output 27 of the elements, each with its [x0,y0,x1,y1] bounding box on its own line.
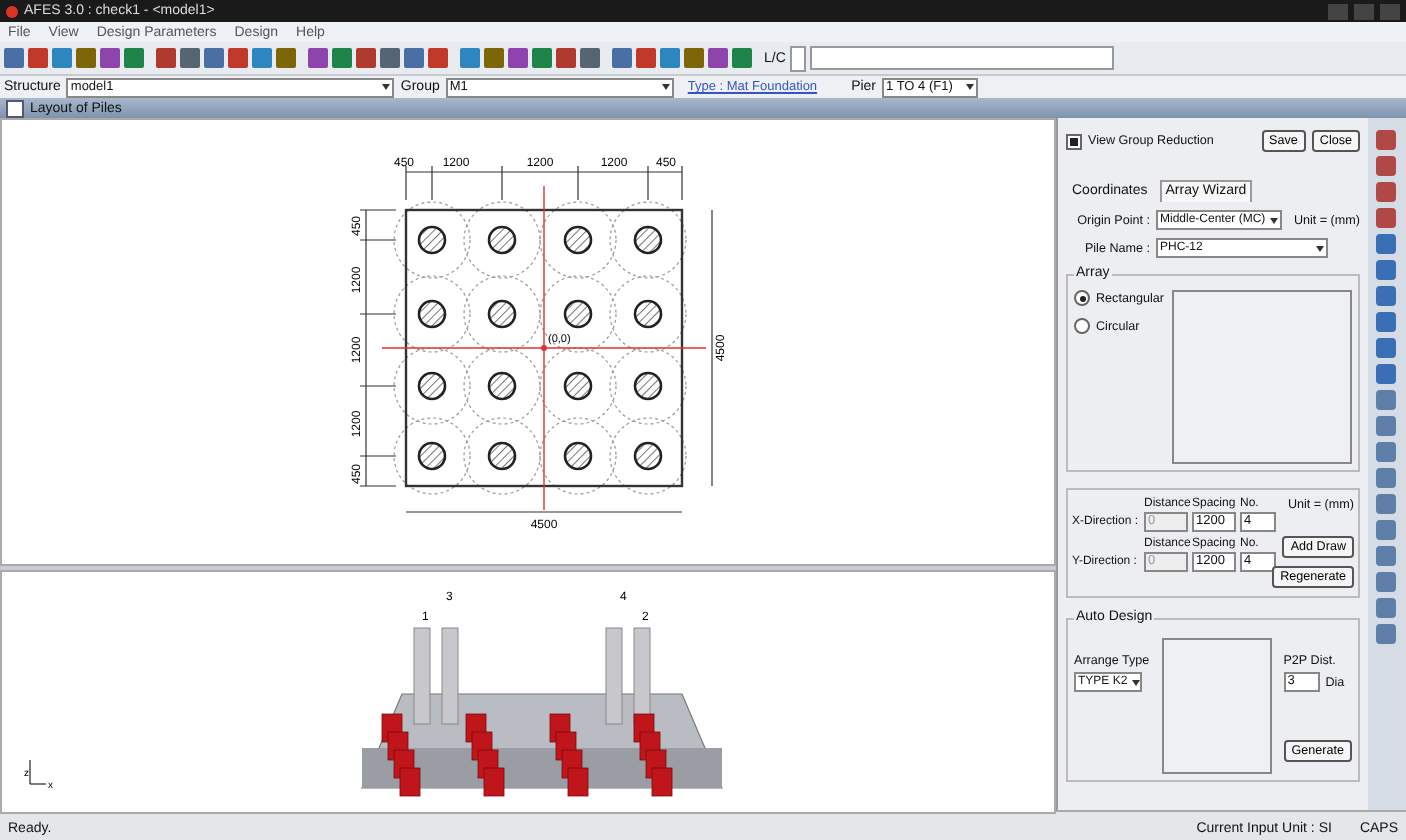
pile [563,371,593,401]
app-icon [6,5,18,17]
checkbox[interactable] [1066,133,1082,149]
preview-box [1161,638,1272,774]
pile [417,441,447,471]
axis-icon [29,759,47,785]
pile [633,299,663,329]
spin-control[interactable] [789,45,806,71]
pile [563,441,593,471]
pile [563,225,593,255]
pile [633,225,663,255]
radio-button[interactable] [1074,290,1090,306]
pile [633,371,663,401]
pile [487,441,517,471]
pile [563,299,593,329]
minimize-button[interactable] [1328,3,1348,19]
pile [417,371,447,401]
pile [417,299,447,329]
pile [487,299,517,329]
pile [487,225,517,255]
maximize-button[interactable] [1354,3,1374,19]
close-button[interactable] [1380,3,1400,19]
pile [487,371,517,401]
pile [417,225,447,255]
load-case-field[interactable] [809,46,1114,70]
radio-button[interactable] [1074,318,1090,334]
pile [633,441,663,471]
